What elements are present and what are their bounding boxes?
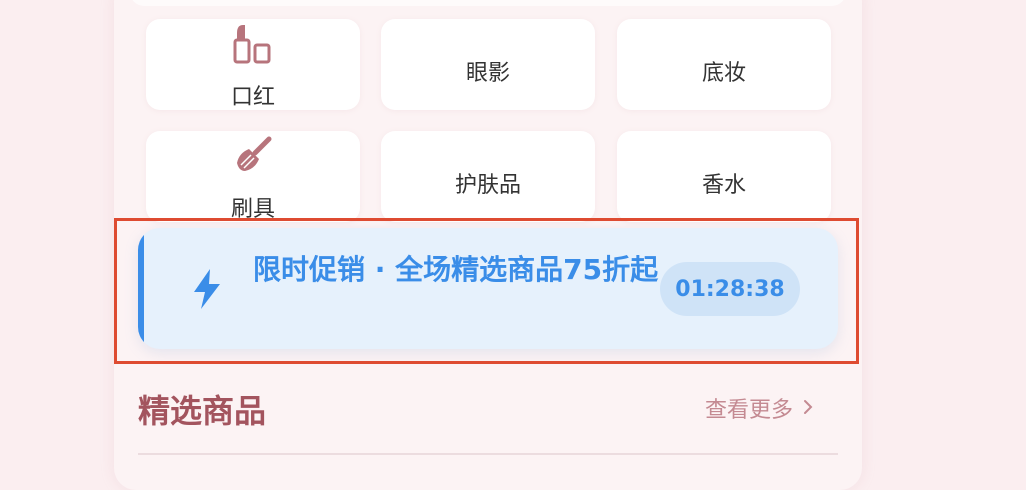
divider <box>138 453 838 455</box>
category-label: 眼影 <box>465 61 510 86</box>
category-label: 护肤品 <box>454 173 521 198</box>
category-label: 口红 <box>230 85 275 110</box>
highlight-outline <box>114 218 859 364</box>
view-more-label: 查看更多 <box>705 398 794 423</box>
makeup-brush-icon <box>231 133 275 183</box>
category-skincare[interactable]: 护肤品 <box>381 131 595 222</box>
section-title: 精选商品 <box>138 392 267 430</box>
category-brushes[interactable]: 刷具 <box>146 131 360 222</box>
category-eyeshadow[interactable]: 眼影 <box>381 19 595 110</box>
chevron-right-icon <box>803 396 813 421</box>
category-perfume[interactable]: 香水 <box>617 131 831 222</box>
category-lipstick[interactable]: 口红 <box>146 19 360 110</box>
category-label: 底妆 <box>701 61 746 86</box>
category-label: 香水 <box>701 173 746 198</box>
category-foundation[interactable]: 底妆 <box>617 19 831 110</box>
view-more-link[interactable]: 查看更多 <box>705 392 813 424</box>
lipstick-icon <box>233 23 273 71</box>
top-card-edge <box>130 0 846 6</box>
